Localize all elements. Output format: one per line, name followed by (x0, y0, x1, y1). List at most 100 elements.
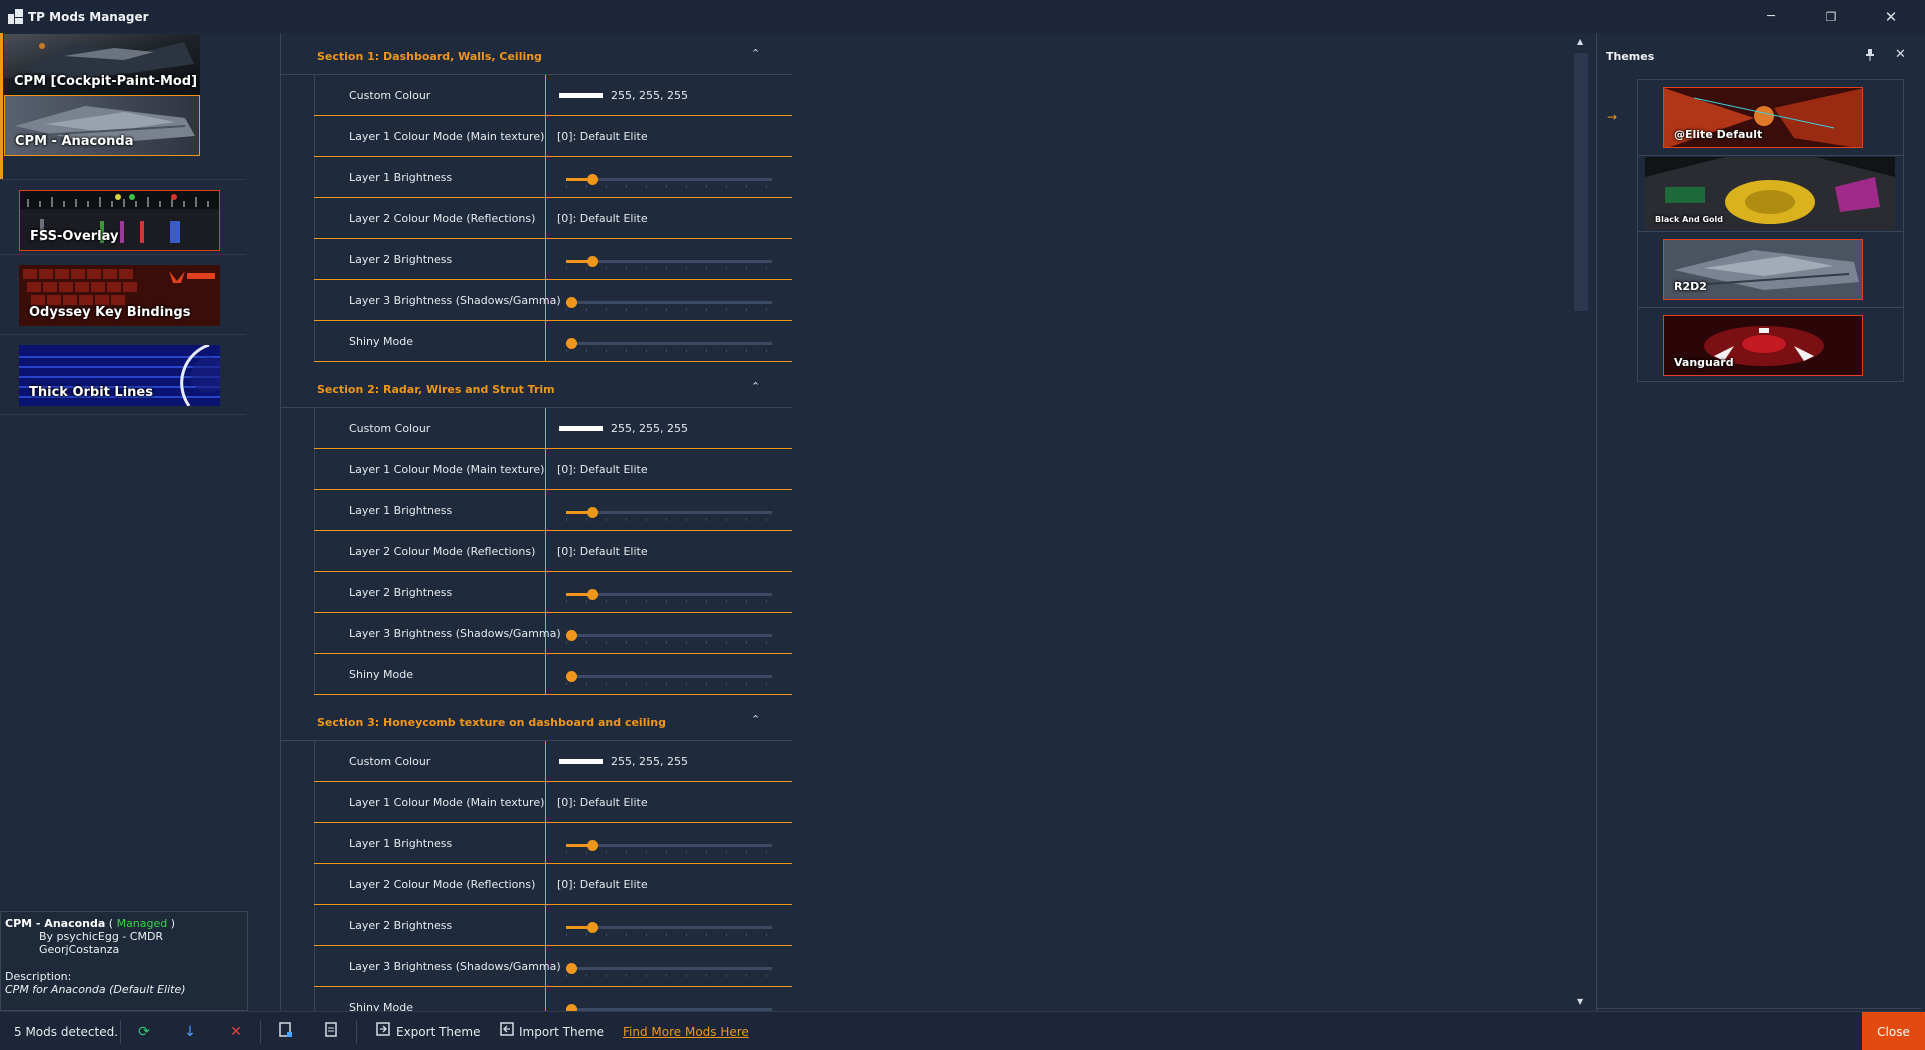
slider-ticks (566, 185, 772, 188)
theme-r2d2[interactable]: R2D2 (1663, 239, 1863, 300)
slider-ticks (566, 933, 772, 936)
slider-thumb[interactable] (587, 840, 598, 851)
slider-ticks (566, 267, 772, 270)
setting-label: Layer 2 Colour Mode (Reflections) (314, 864, 546, 904)
slider-thumb[interactable] (566, 1004, 577, 1011)
mod-group-cpm: CPM [Cockpit-Paint-Mod] CPM - Anaconda (0, 33, 246, 180)
slider-thumb[interactable] (566, 338, 577, 349)
setting-row: Shiny Mode (314, 321, 792, 362)
setting-label: Shiny Mode (314, 654, 546, 694)
setting-row: Layer 1 Brightness (314, 157, 792, 198)
slider-track (566, 967, 772, 970)
mod-item-cpm[interactable]: CPM [Cockpit-Paint-Mod] (4, 34, 200, 95)
uninstall-icon[interactable]: ✕ (226, 1022, 246, 1042)
theme-list: @Elite Default Black And Gold R2D2 Vangu… (1637, 79, 1904, 382)
scroll-up-icon[interactable]: ▲ (1577, 37, 1583, 46)
colour-picker[interactable]: 255, 255, 255 (546, 408, 792, 448)
colour-picker[interactable]: 255, 255, 255 (546, 75, 792, 115)
minimize-button[interactable]: ─ (1742, 0, 1800, 33)
brightness-slider[interactable] (566, 256, 772, 272)
slider-track (566, 301, 772, 304)
setting-row: Layer 3 Brightness (Shadows/Gamma) (314, 946, 792, 987)
theme-elite-default[interactable]: @Elite Default (1663, 87, 1863, 148)
brightness-slider-cell (546, 823, 792, 863)
brightness-slider[interactable] (566, 922, 772, 938)
mod-item-cpm-anaconda[interactable]: CPM - Anaconda (4, 95, 200, 156)
scroll-thumb[interactable] (1574, 53, 1588, 311)
setting-row: Layer 1 Brightness (314, 823, 792, 864)
close-window-button[interactable]: ✕ (1862, 0, 1920, 33)
theme-label: Black And Gold (1655, 215, 1724, 224)
colour-mode-select[interactable]: [0]: Default Elite (546, 531, 792, 571)
pin-icon[interactable] (1865, 49, 1875, 64)
colour-value: 255, 255, 255 (611, 422, 688, 435)
brightness-slider[interactable] (566, 1004, 772, 1011)
setting-label: Shiny Mode (314, 321, 546, 361)
slider-thumb[interactable] (566, 963, 577, 974)
find-more-mods-link[interactable]: Find More Mods Here (623, 1025, 749, 1039)
restore-button[interactable]: ❐ (1802, 0, 1860, 33)
brightness-slider[interactable] (566, 630, 772, 646)
slider-thumb[interactable] (587, 256, 598, 267)
mod-info-description: CPM for Anaconda (Default Elite) (5, 983, 186, 996)
mod-item-thick-orbit-lines[interactable]: Thick Orbit Lines (19, 345, 220, 406)
mod-group-orbit: Thick Orbit Lines (0, 335, 246, 415)
colour-mode-select[interactable]: [0]: Default Elite (546, 116, 792, 156)
theme-black-and-gold[interactable]: Black And Gold (1645, 157, 1895, 230)
export-icon (373, 1022, 393, 1042)
brightness-slider-cell (546, 987, 792, 1011)
collapse-chevron-icon[interactable]: ⌃ (751, 47, 760, 60)
slider-thumb[interactable] (587, 174, 598, 185)
settings-scrollbar[interactable]: ▲ ▼ (1572, 33, 1590, 1011)
setting-label: Layer 1 Colour Mode (Main texture) (314, 449, 546, 489)
document-icon[interactable] (322, 1022, 342, 1042)
brightness-slider[interactable] (566, 174, 772, 190)
bottom-toolbar: 5 Mods detected. ⟳ ↓ ✕ Export Theme Impo… (0, 1011, 1925, 1050)
mod-info-open-paren: ( (108, 917, 114, 930)
theme-vanguard[interactable]: Vanguard (1663, 315, 1863, 376)
slider-thumb[interactable] (566, 297, 577, 308)
mod-item-fss-overlay[interactable]: FSS-Overlay (19, 190, 220, 251)
scroll-down-icon[interactable]: ▼ (1577, 997, 1583, 1006)
mod-list: CPM [Cockpit-Paint-Mod] CPM - Anaconda F… (0, 33, 252, 911)
brightness-slider[interactable] (566, 589, 772, 605)
section-header[interactable]: Section 1: Dashboard, Walls, Ceiling ⌃ (281, 35, 792, 75)
colour-mode-select[interactable]: [0]: Default Elite (546, 449, 792, 489)
colour-swatch (559, 758, 603, 764)
brightness-slider[interactable] (566, 963, 772, 979)
close-themes-icon[interactable]: ✕ (1895, 47, 1906, 62)
slider-thumb[interactable] (587, 507, 598, 518)
brightness-slider[interactable] (566, 297, 772, 313)
brightness-slider-cell (546, 905, 792, 945)
slider-thumb[interactable] (587, 589, 598, 600)
setting-row: Layer 3 Brightness (Shadows/Gamma) (314, 280, 792, 321)
slider-thumb[interactable] (566, 630, 577, 641)
close-button[interactable]: Close (1862, 1012, 1925, 1050)
mod-item-odyssey-key-bindings[interactable]: Odyssey Key Bindings (19, 265, 220, 326)
setting-label: Layer 1 Colour Mode (Main texture) (314, 782, 546, 822)
new-file-icon[interactable] (276, 1022, 296, 1042)
brightness-slider[interactable] (566, 507, 772, 523)
collapse-chevron-icon[interactable]: ⌃ (751, 380, 760, 393)
mod-status-badge: Managed (116, 917, 168, 930)
slider-thumb[interactable] (566, 671, 577, 682)
slider-ticks (566, 974, 772, 977)
refresh-icon[interactable]: ⟳ (134, 1022, 154, 1042)
colour-picker[interactable]: 255, 255, 255 (546, 741, 792, 781)
section-header[interactable]: Section 2: Radar, Wires and Strut Trim ⌃ (281, 368, 792, 408)
section-header[interactable]: Section 3: Honeycomb texture on dashboar… (281, 701, 792, 741)
colour-swatch (559, 425, 603, 431)
slider-ticks (566, 518, 772, 521)
brightness-slider[interactable] (566, 840, 772, 856)
download-icon[interactable]: ↓ (180, 1022, 200, 1042)
setting-label: Custom Colour (314, 75, 546, 115)
brightness-slider[interactable] (566, 338, 772, 354)
colour-mode-select[interactable]: [0]: Default Elite (546, 782, 792, 822)
colour-mode-select[interactable]: [0]: Default Elite (546, 864, 792, 904)
slider-thumb[interactable] (587, 922, 598, 933)
colour-mode-select[interactable]: [0]: Default Elite (546, 198, 792, 238)
brightness-slider[interactable] (566, 671, 772, 687)
setting-row: Custom Colour 255, 255, 255 (314, 741, 792, 782)
setting-row: Custom Colour 255, 255, 255 (314, 75, 792, 116)
collapse-chevron-icon[interactable]: ⌃ (751, 713, 760, 726)
